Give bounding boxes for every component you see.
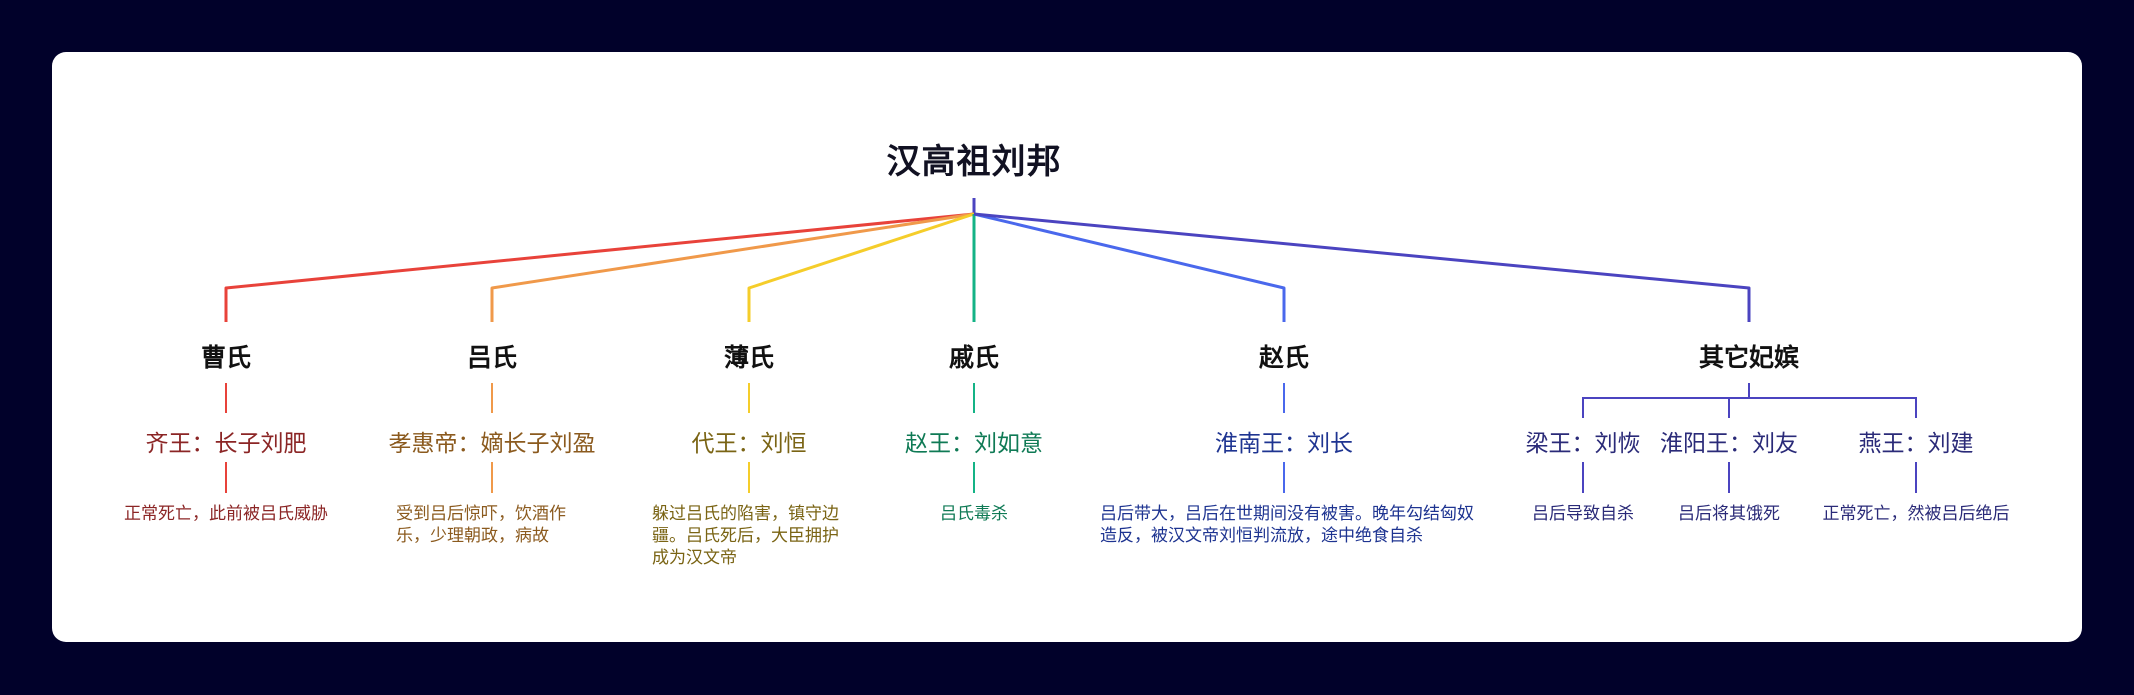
- consort-2: 薄氏: [723, 343, 775, 372]
- son-5-0: 梁王：刘恢: [1525, 431, 1641, 457]
- note-0-0: 正常死亡，此前被吕氏威胁: [124, 504, 328, 524]
- son-0-0: 齐王：长子刘肥: [145, 431, 307, 457]
- note-5-2: 正常死亡，然被吕后绝后: [1822, 504, 2010, 524]
- note-2-0: 躲过吕氏的陷害，镇守边疆。吕氏死后，大臣拥护成为汉文帝: [652, 504, 839, 568]
- branch-line-1: [490, 212, 975, 322]
- consort-1: 吕氏: [466, 343, 518, 372]
- son-bracket-5b: [1582, 397, 1917, 418]
- note-1-0: 受到吕后惊吓，饮酒作乐，少理朝政，病故: [396, 504, 566, 546]
- note-3-0: 吕氏毒杀: [940, 504, 1008, 524]
- consort-4: 赵氏: [1258, 343, 1310, 372]
- consort-5: 其它妃嫔: [1698, 343, 1800, 372]
- consort-0: 曹氏: [200, 343, 252, 372]
- connector-lines: [224, 198, 1917, 493]
- note-4-0: 吕后带大，吕后在世期间没有被害。晚年勾结匈奴造反，被汉文帝刘恒判流放，途中绝食自…: [1100, 504, 1474, 546]
- note-5-1: 吕后将其饿死: [1678, 504, 1780, 524]
- son-4-0: 淮南王：刘长: [1215, 431, 1353, 457]
- consort-3: 戚氏: [948, 343, 1000, 372]
- root-title: 汉高祖刘邦: [886, 142, 1062, 182]
- son-3-0: 赵王：刘如意: [905, 431, 1043, 457]
- branch-line-5: [973, 212, 1751, 322]
- son-5-2: 燕王：刘建: [1858, 431, 1974, 457]
- son-1-0: 孝惠帝：嫡长子刘盈: [388, 431, 596, 457]
- son-2-0: 代王：刘恒: [691, 431, 807, 457]
- son-5-1: 淮阳王：刘友: [1660, 431, 1798, 457]
- note-5-0: 吕后导致自杀: [1532, 504, 1634, 524]
